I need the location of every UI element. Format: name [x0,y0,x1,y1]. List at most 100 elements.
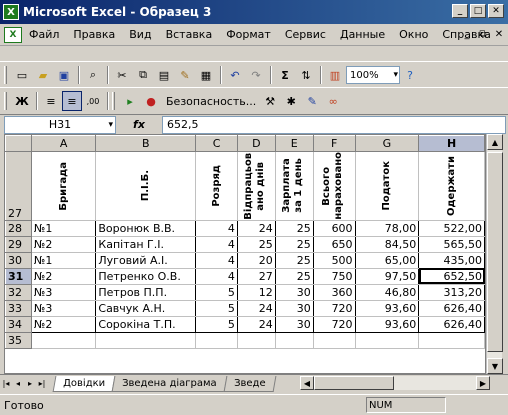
sheet-tab-dovidky[interactable]: Довідки [52,375,116,392]
cell[interactable]: 93,60 [354,299,420,317]
workbook-icon[interactable]: X [4,26,22,43]
run-icon[interactable]: ▸ [120,91,140,111]
cell[interactable]: 4 [195,235,238,253]
cell[interactable]: 84,50 [354,235,420,253]
scroll-left-button[interactable]: ◀ [300,376,314,390]
header-cell-grade[interactable]: Розряд [195,151,238,221]
cell[interactable] [236,331,276,349]
cell[interactable]: 30 [274,315,314,333]
formula-input[interactable]: 652,5 [162,115,506,134]
cell[interactable]: 600 [312,219,356,237]
zoom-select[interactable]: 100% [346,66,400,84]
bold-button[interactable]: Ж [12,91,32,111]
menu-tools[interactable]: Сервис [278,28,333,41]
menu-format[interactable]: Формат [219,28,278,41]
vertical-scrollbar[interactable]: ▲ ▼ [486,134,503,374]
menu-edit[interactable]: Правка [66,28,122,41]
active-cell[interactable]: 652,50 [418,267,485,285]
cell[interactable]: 97,50 [354,267,420,285]
format-painter-icon[interactable]: ✎ [175,65,195,85]
scroll-up-button[interactable]: ▲ [487,134,503,150]
cell[interactable]: 20 [236,251,276,269]
cell[interactable] [354,331,420,349]
row-header[interactable]: 28 [5,219,32,237]
cell[interactable]: 25 [274,267,314,285]
chevron-down-icon[interactable]: ▾ [108,120,113,130]
sheet-tab-pivot-chart[interactable]: Зведена діаграма [111,375,228,392]
cell[interactable]: 30 [274,299,314,317]
workbook-restore-button[interactable]: ⧉ [476,27,490,41]
cell[interactable]: 650 [312,235,356,253]
next-sheet-button[interactable]: ▸ [24,379,36,388]
workbook-minimize-button[interactable]: _ [460,27,474,41]
scroll-thumb[interactable] [487,152,503,352]
cell[interactable]: 720 [312,299,356,317]
cell[interactable]: 65,00 [354,251,420,269]
new-icon[interactable]: ▭ [12,65,32,85]
column-header-E[interactable]: E [274,135,314,152]
cell[interactable]: 750 [312,267,356,285]
cell[interactable]: 78,00 [354,219,420,237]
scroll-right-button[interactable]: ▶ [476,376,490,390]
cell[interactable]: Петров П.П. [95,283,197,301]
prev-sheet-button[interactable]: ◂ [12,379,24,388]
header-cell-daily-pay[interactable]: Зарплата за 1 день [274,151,314,221]
control-toolbox-icon[interactable]: ⚒ [260,91,280,111]
menu-file[interactable]: Файл [22,28,66,41]
cell[interactable]: 4 [195,267,238,285]
cell[interactable]: 720 [312,315,356,333]
copy-icon[interactable]: ⧉ [133,65,153,85]
print-preview-icon[interactable]: ⌕ [83,65,103,85]
cell[interactable]: №1 [30,219,97,237]
column-header-A[interactable]: A [30,135,97,152]
toolbar-grip[interactable] [4,66,7,84]
cell[interactable]: 30 [274,283,314,301]
header-cell-receive[interactable]: Одержати [418,151,485,221]
cell[interactable]: 313,20 [418,283,485,301]
select-all-corner[interactable] [5,135,32,152]
cell[interactable]: Капітан Г.І. [95,235,197,253]
cell[interactable]: 25 [274,251,314,269]
header-cell-tax[interactable]: Податок [354,151,420,221]
header-cell-days[interactable]: Відпрацьов ано днів [236,151,276,221]
scroll-down-button[interactable]: ▼ [487,358,503,374]
menu-data[interactable]: Данные [333,28,392,41]
workbook-close-button[interactable]: ✕ [492,27,506,41]
autosum-icon[interactable]: Σ [275,65,295,85]
cell[interactable]: 5 [195,315,238,333]
cell[interactable]: 27 [236,267,276,285]
row-header[interactable]: 35 [5,331,32,349]
sheet-tab-pivot[interactable]: Зведе [223,375,276,392]
cell[interactable]: Луговий А.І. [95,251,197,269]
cell[interactable]: Воронюк В.В. [95,219,197,237]
column-header-C[interactable]: C [195,135,238,152]
last-sheet-button[interactable]: ▸| [36,379,48,388]
menu-insert[interactable]: Вставка [159,28,220,41]
cell[interactable]: 435,00 [418,251,485,269]
help-icon[interactable]: ? [400,65,420,85]
redo-icon[interactable]: ↷ [246,65,266,85]
cell[interactable] [312,331,356,349]
align-center-icon[interactable]: ≡ [62,91,82,111]
row-header-27[interactable]: 27 [5,151,32,221]
cell[interactable]: 5 [195,299,238,317]
column-header-H[interactable]: H [418,135,485,152]
cell[interactable]: №2 [30,267,97,285]
menu-window[interactable]: Окно [392,28,435,41]
cell[interactable]: 46,80 [354,283,420,301]
cell[interactable]: 24 [236,315,276,333]
row-header[interactable]: 29 [5,235,32,253]
cell[interactable]: 25 [274,219,314,237]
cell[interactable]: 5 [195,283,238,301]
cell[interactable]: №3 [30,299,97,317]
minimize-button[interactable]: _ [452,4,468,18]
cell[interactable]: 500 [312,251,356,269]
cell[interactable]: №2 [30,235,97,253]
function-icon[interactable]: fx [116,118,162,131]
maximize-button[interactable]: □ [470,4,486,18]
cell[interactable]: 522,00 [418,219,485,237]
sort-ascending-icon[interactable]: ⇅ [296,65,316,85]
first-sheet-button[interactable]: |◂ [0,379,12,388]
link-icon[interactable]: ∞ [323,91,343,111]
cell[interactable] [95,331,197,349]
